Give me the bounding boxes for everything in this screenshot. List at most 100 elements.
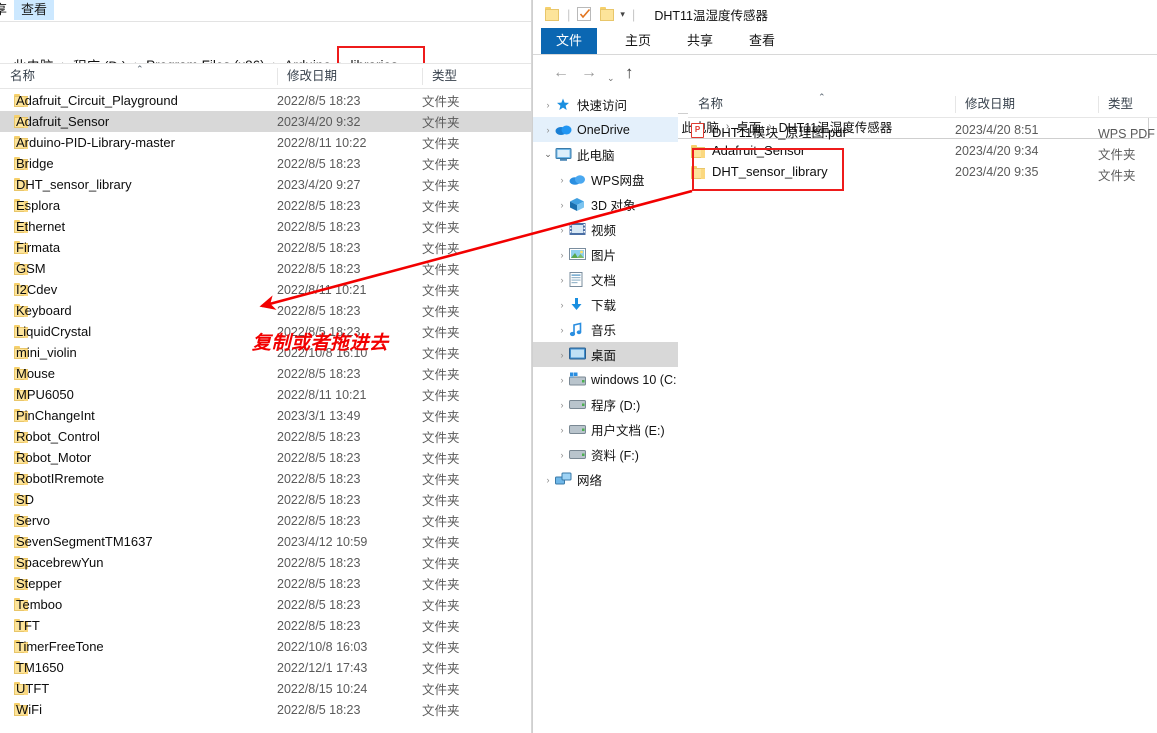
recent-locations-button[interactable]: ⌄ [607,69,615,87]
table-row[interactable]: Adafruit_Circuit_Playground2022/8/5 18:2… [0,90,531,111]
table-row[interactable]: TM16502022/12/1 17:43文件夹 [0,657,531,678]
tree-item-11[interactable]: ›windows 10 (C: [533,367,678,392]
chevron-down-icon[interactable]: ⌄ [541,149,555,160]
file-date: 2022/8/5 18:23 [277,367,360,381]
table-row[interactable]: Robot_Motor2022/8/5 18:23文件夹 [0,447,531,468]
table-row[interactable]: Bridge2022/8/5 18:23文件夹 [0,153,531,174]
3d-objects-icon [569,197,586,213]
chevron-right-icon[interactable]: › [555,250,569,260]
chevron-right-icon[interactable]: › [555,325,569,335]
file-type: 文件夹 [422,658,460,677]
left-column-date[interactable]: 修改日期 [277,64,422,89]
table-row[interactable]: DHT_sensor_library2023/4/20 9:27文件夹 [0,174,531,195]
tree-item-12[interactable]: ›程序 (D:) [533,392,678,417]
left-ribbon-tab-0[interactable]: 享 [0,0,14,20]
file-name: Robot_Motor [16,450,91,465]
chevron-right-icon[interactable]: › [555,400,569,410]
table-row[interactable]: Adafruit_Sensor2023/4/20 9:32文件夹 [0,111,531,132]
file-date: 2022/8/5 18:23 [277,493,360,507]
table-row[interactable]: TFT2022/8/5 18:23文件夹 [0,615,531,636]
file-type: 文件夹 [422,490,460,509]
left-address-bar[interactable]: 此电脑›程序 (D:)›Program Files (x86)›Arduino›… [0,22,531,62]
file-name: I2Cdev [16,282,57,297]
tree-item-10[interactable]: ›桌面 [533,342,678,367]
table-row[interactable]: Keyboard2022/8/5 18:23文件夹 [0,300,531,321]
table-row[interactable]: LiquidCrystal2022/8/5 18:23文件夹 [0,321,531,342]
table-row[interactable]: Servo2022/8/5 18:23文件夹 [0,510,531,531]
left-column-type[interactable]: 类型 [422,64,531,89]
tree-item-0[interactable]: ›快速访问 [533,92,678,117]
chevron-right-icon[interactable]: › [555,300,569,310]
table-row[interactable]: mini_violin2022/10/8 16:10文件夹 [0,342,531,363]
up-button[interactable]: ↑ [625,64,634,82]
back-button[interactable]: ← [553,64,569,82]
chevron-right-icon[interactable]: › [555,450,569,460]
tree-item-1[interactable]: ›OneDrive [533,117,678,142]
table-row[interactable]: SpacebrewYun2022/8/5 18:23文件夹 [0,552,531,573]
left-ribbon-tab-1[interactable]: 查看 [14,0,54,20]
tree-item-6[interactable]: ›图片 [533,242,678,267]
right-column-date[interactable]: 修改日期 [955,92,1098,117]
table-row[interactable]: SevenSegmentTM16372023/4/12 10:59文件夹 [0,531,531,552]
tree-item-2[interactable]: ⌄此电脑 [533,142,678,167]
tree-item-9[interactable]: ›音乐 [533,317,678,342]
table-row[interactable]: Temboo2022/8/5 18:23文件夹 [0,594,531,615]
table-row[interactable]: Stepper2022/8/5 18:23文件夹 [0,573,531,594]
table-row[interactable]: Esplora2022/8/5 18:23文件夹 [0,195,531,216]
table-row[interactable]: I2Cdev2022/8/11 10:21文件夹 [0,279,531,300]
table-row[interactable]: Arduino-PID-Library-master2022/8/11 10:2… [0,132,531,153]
file-type: 文件夹 [422,427,460,446]
sort-ascending-caret-icon: ⌃ [136,65,144,74]
file-name: Esplora [16,198,60,213]
file-date: 2022/8/5 18:23 [277,451,360,465]
tree-item-5[interactable]: ›视频 [533,217,678,242]
sort-ascending-caret-icon-right: ⌃ [818,93,826,102]
table-row[interactable]: SD2022/8/5 18:23文件夹 [0,489,531,510]
table-row[interactable]: Robot_Control2022/8/5 18:23文件夹 [0,426,531,447]
chevron-right-icon[interactable]: › [555,375,569,385]
file-type: 文件夹 [422,700,460,719]
folder-icon-2[interactable] [600,7,615,21]
table-row[interactable]: Ethernet2022/8/5 18:23文件夹 [0,216,531,237]
file-type: 文件夹 [422,511,460,530]
chevron-right-icon[interactable]: › [541,100,555,110]
table-row[interactable]: RobotIRremote2022/8/5 18:23文件夹 [0,468,531,489]
tree-item-15[interactable]: ›网络 [533,467,678,492]
chevron-right-icon[interactable]: › [555,200,569,210]
left-ribbon-tab-bar: 享查看 [0,0,531,20]
right-column-type[interactable]: 类型 [1098,92,1157,117]
chevron-down-icon[interactable]: ▾ [620,9,625,20]
tab-2[interactable]: 共享 [675,28,725,54]
file-name: Firmata [16,240,60,255]
table-row[interactable]: TimerFreeTone2022/10/8 16:03文件夹 [0,636,531,657]
table-row[interactable]: Mouse2022/8/5 18:23文件夹 [0,363,531,384]
checkmark-icon[interactable] [577,7,591,21]
tree-item-7[interactable]: ›文档 [533,267,678,292]
tree-item-13[interactable]: ›用户文档 (E:) [533,417,678,442]
chevron-right-icon[interactable]: › [555,275,569,285]
table-row[interactable]: PinChangeInt2023/3/1 13:49文件夹 [0,405,531,426]
table-row[interactable]: PDHT11模块_原理图.pdf2023/4/20 8:51WPS PDF 文 [688,120,1157,141]
tab-3[interactable]: 查看 [737,28,787,54]
tab-0[interactable]: 文件 [541,28,597,54]
chevron-right-icon[interactable]: › [541,125,555,135]
tree-item-3[interactable]: ›WPS网盘 [533,167,678,192]
tree-item-14[interactable]: ›资料 (F:) [533,442,678,467]
file-name: LiquidCrystal [16,324,91,339]
tree-item-4[interactable]: ›3D 对象 [533,192,678,217]
chevron-right-icon[interactable]: › [555,175,569,185]
table-row[interactable]: WiFi2022/8/5 18:23文件夹 [0,699,531,720]
right-explorer-window: | ▾ | DHT11温湿度传感器 文件主页共享查看 ← → ⌄ ↑ [532,0,1157,733]
tab-1[interactable]: 主页 [613,28,663,54]
chevron-right-icon[interactable]: › [555,350,569,360]
forward-button[interactable]: → [581,64,597,82]
chevron-right-icon[interactable]: › [555,225,569,235]
table-row[interactable]: GSM2022/8/5 18:23文件夹 [0,258,531,279]
network-icon [555,472,572,488]
table-row[interactable]: MPU60502022/8/11 10:21文件夹 [0,384,531,405]
chevron-right-icon[interactable]: › [555,425,569,435]
tree-item-8[interactable]: ›下载 [533,292,678,317]
table-row[interactable]: Firmata2022/8/5 18:23文件夹 [0,237,531,258]
table-row[interactable]: UTFT2022/8/15 10:24文件夹 [0,678,531,699]
chevron-right-icon[interactable]: › [541,475,555,485]
